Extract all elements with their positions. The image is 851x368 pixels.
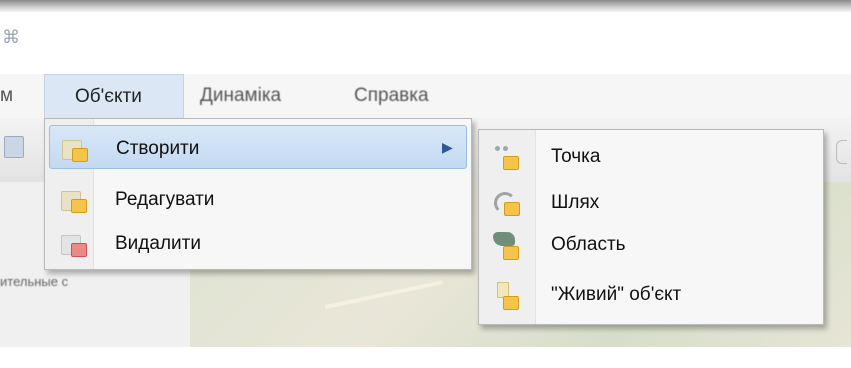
submenu-item-area[interactable]: Область bbox=[483, 224, 819, 266]
live-object-icon bbox=[493, 282, 521, 310]
submenu-item-label: Точка bbox=[551, 146, 601, 167]
point-icon bbox=[493, 144, 521, 172]
menu-help[interactable]: Справка bbox=[354, 85, 429, 107]
menu-item-label: Видалити bbox=[115, 233, 201, 254]
menu-item-label: Створити bbox=[116, 138, 200, 159]
menu-objects[interactable]: Об'єкти bbox=[44, 74, 184, 118]
edit-icon bbox=[59, 185, 87, 213]
create-submenu: Точка Шлях Область "Живий" об'єкт bbox=[478, 129, 824, 325]
window-top-border bbox=[0, 0, 851, 12]
toolbar-right-control[interactable] bbox=[836, 140, 847, 164]
objects-dropdown-menu: Створити ▶ Редагувати Видалити bbox=[44, 118, 472, 270]
menu-item-delete[interactable]: Видалити bbox=[49, 221, 467, 265]
submenu-item-label: "Живий" об'єкт bbox=[551, 284, 682, 305]
submenu-item-label: Шлях bbox=[551, 192, 600, 213]
menu-dynamics[interactable]: Динаміка bbox=[200, 85, 281, 107]
left-panel-label: ительные с bbox=[0, 274, 69, 289]
path-icon bbox=[493, 190, 521, 218]
submenu-item-path[interactable]: Шлях bbox=[483, 182, 819, 224]
delete-icon bbox=[59, 229, 87, 257]
menu-partial-left[interactable]: м bbox=[0, 85, 18, 107]
submenu-item-point[interactable]: Точка bbox=[483, 136, 819, 178]
toolbar-button[interactable] bbox=[4, 136, 24, 158]
create-icon bbox=[60, 134, 88, 162]
menu-item-label: Редагувати bbox=[115, 189, 215, 210]
submenu-arrow-icon: ▶ bbox=[442, 139, 453, 155]
menubar: м Об'єкти Динаміка Справка bbox=[0, 74, 851, 118]
menu-item-edit[interactable]: Редагувати bbox=[49, 177, 467, 221]
submenu-item-label: Область bbox=[551, 234, 626, 255]
menu-item-create[interactable]: Створити ▶ bbox=[49, 125, 467, 169]
submenu-item-live-object[interactable]: "Живий" об'єкт bbox=[483, 274, 819, 316]
area-icon bbox=[493, 232, 521, 260]
app-icon: ⌘ bbox=[2, 27, 20, 47]
